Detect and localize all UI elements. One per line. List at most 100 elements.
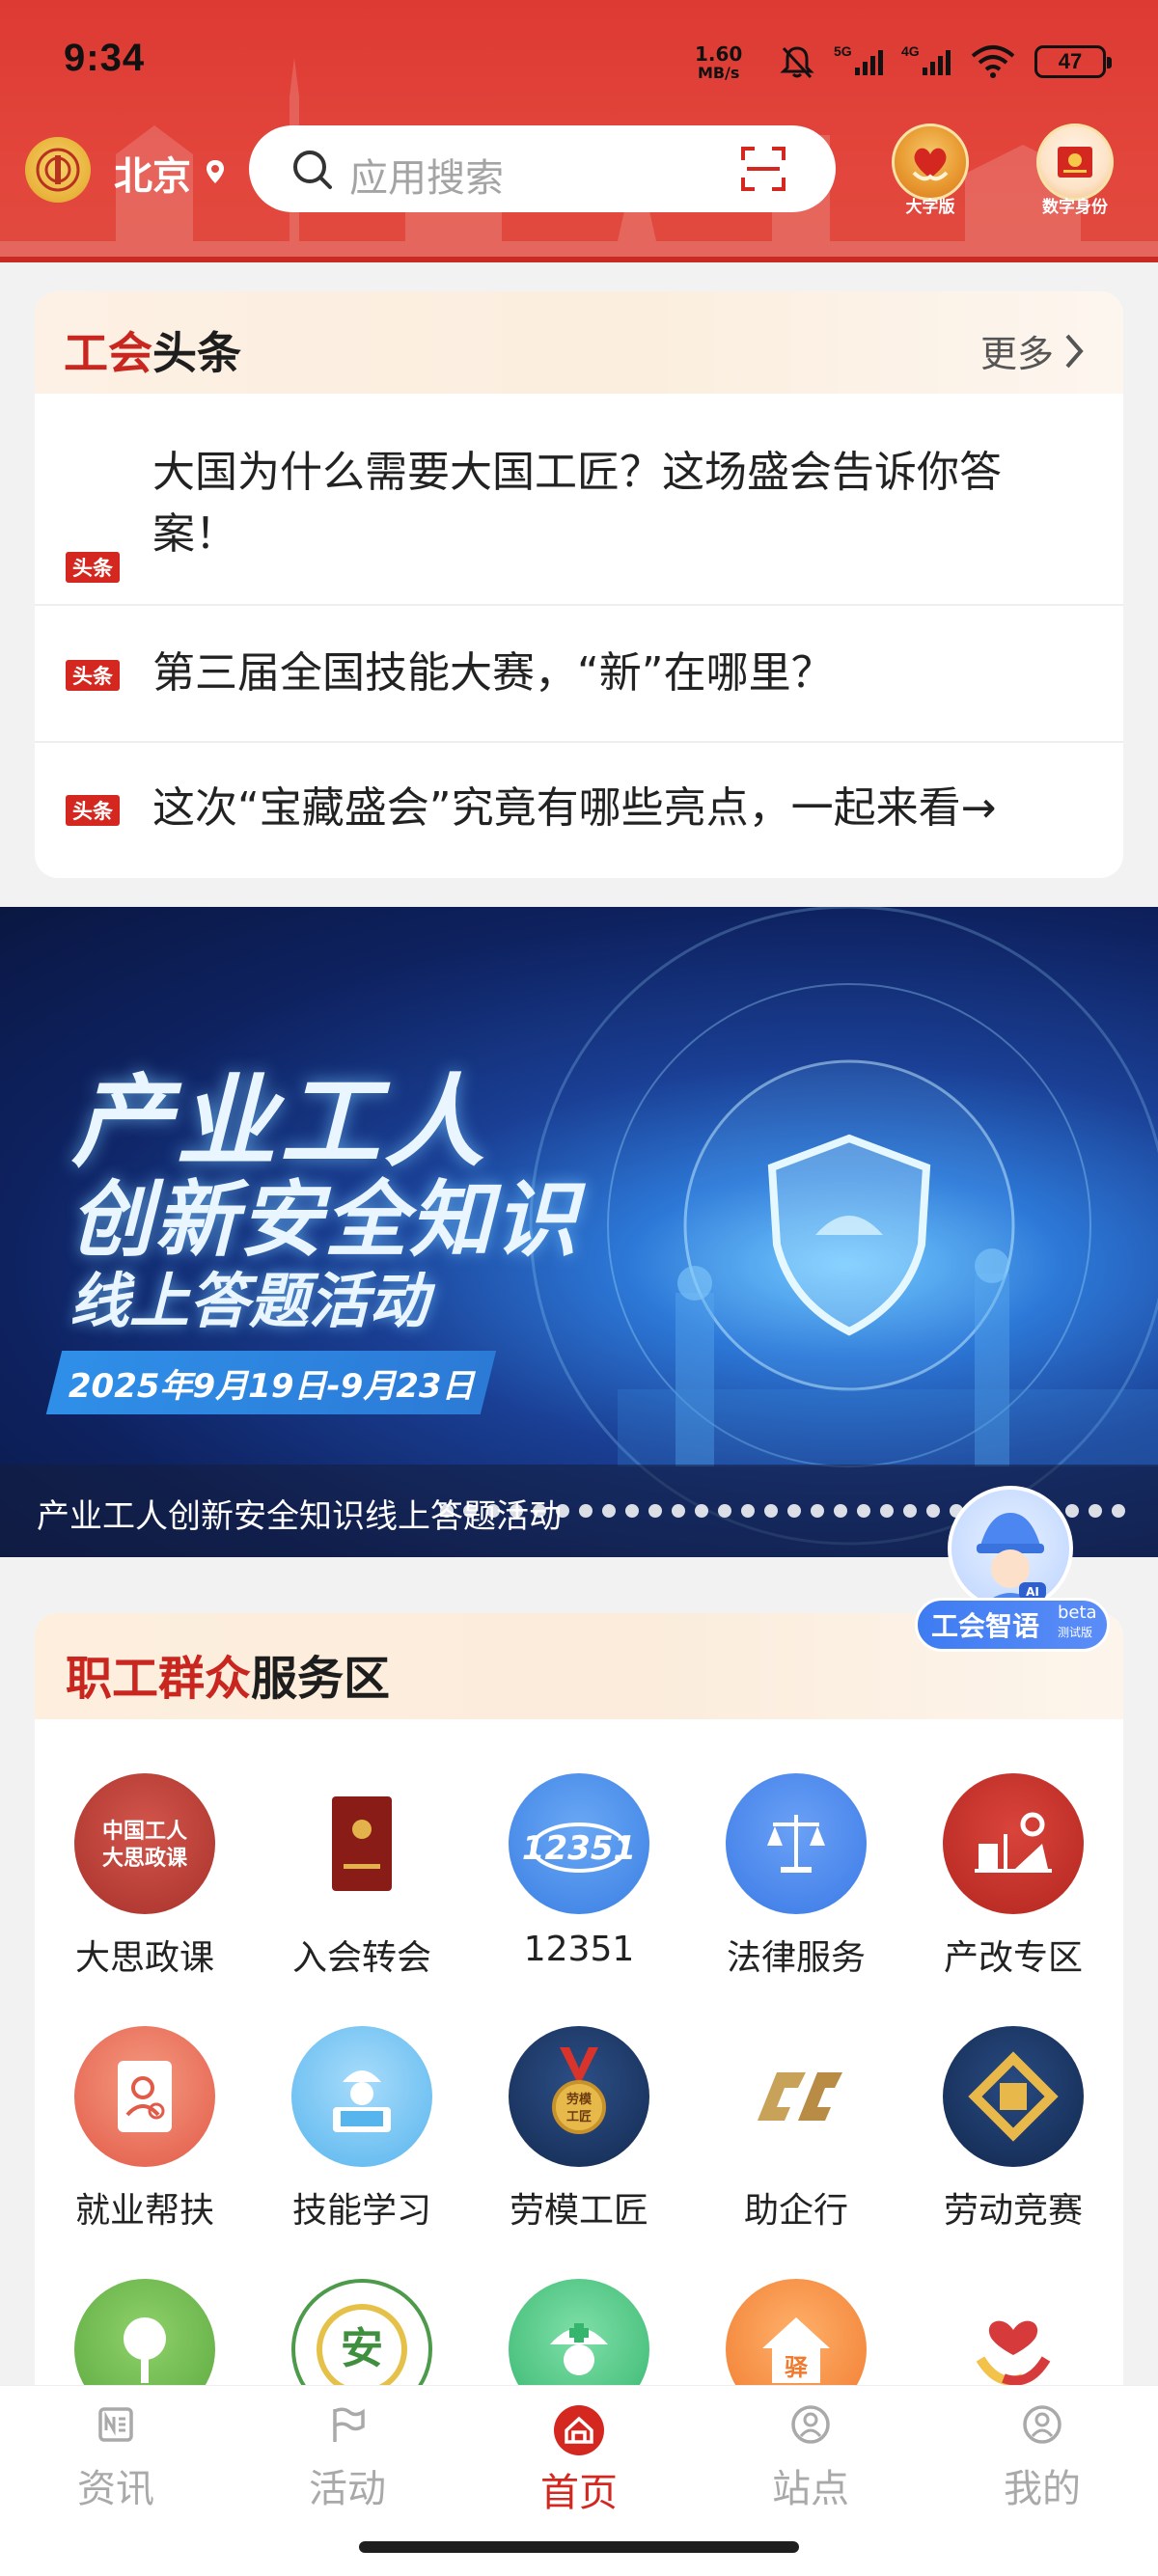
union-logo[interactable] (25, 137, 91, 203)
headline-title-dark: 头条 (152, 327, 241, 379)
pagination-dot[interactable] (764, 1504, 778, 1518)
svg-text:AI: AI (1026, 1585, 1039, 1599)
service-item-ideology-course[interactable]: 中国工人 大思政课 大思政课 (48, 1773, 241, 1980)
nav-tab-news[interactable]: 资讯 (48, 2403, 183, 2513)
large-font-mode-button[interactable]: 大字版 (882, 123, 979, 222)
network-speed-value: 1.60 (695, 42, 743, 66)
pagination-dot[interactable] (486, 1504, 500, 1518)
pagination-dot[interactable] (510, 1504, 523, 1518)
nav-tab-station[interactable]: 站点 (743, 2403, 878, 2513)
nav-tab-home[interactable]: 首页 (511, 2403, 647, 2517)
home-indicator-bar[interactable] (359, 2541, 799, 2553)
service-title: 职工群众服务区 (66, 1640, 390, 1708)
service-item-label: 劳动竞赛 (943, 2191, 1083, 2231)
pagination-dot[interactable] (880, 1504, 894, 1518)
pagination-dot[interactable] (811, 1504, 824, 1518)
digital-identity-label: 数字身份 (1042, 198, 1108, 217)
pagination-dot[interactable] (672, 1504, 685, 1518)
promo-banner[interactable]: 产业工人 创新安全知识 线上答题活动 2025年9月19日-9月23日 产业工人… (0, 907, 1158, 1557)
labor-competition-icon (943, 2026, 1084, 2167)
flag-icon (333, 2407, 365, 2442)
heart-hands-icon (892, 123, 969, 201)
svg-text:中国工人: 中国工人 (102, 1820, 187, 1844)
svg-text:4G: 4G (901, 43, 920, 59)
station-icon (791, 2405, 830, 2444)
large-font-label: 大字版 (905, 198, 955, 217)
search-bar[interactable]: 应用搜索 (249, 125, 836, 212)
nav-tab-activity[interactable]: 活动 (280, 2403, 415, 2513)
headline-tag: 头条 (66, 552, 120, 583)
enterprise-logo-icon (726, 2026, 867, 2167)
nav-tab-profile[interactable]: 我的 (975, 2403, 1110, 2513)
search-icon (293, 151, 332, 189)
pagination-dot[interactable] (648, 1504, 662, 1518)
service-item-model-worker[interactable]: 劳模 工匠 劳模工匠 (482, 2026, 676, 2233)
svg-text:驿: 驿 (785, 2354, 809, 2381)
headline-news-title: 工会头条 (64, 318, 241, 382)
pagination-dot[interactable] (718, 1504, 731, 1518)
battery-indicator: 47 (1034, 45, 1112, 78)
service-item-label: 法律服务 (726, 1938, 866, 1978)
nav-label: 首页 (540, 2471, 618, 2515)
ai-beta-subtext: 测试版 (1058, 1626, 1093, 1639)
svg-text:工匠: 工匠 (566, 2110, 592, 2124)
service-item-enterprise-support[interactable]: 助企行 (700, 2026, 893, 2233)
pagination-dot[interactable] (625, 1504, 639, 1518)
news-item[interactable]: 头条 这次“宝藏盛会”究竟有哪些亮点，一起来看→ (35, 743, 1123, 878)
headline-tag: 头条 (66, 795, 120, 826)
profile-icon (1023, 2405, 1062, 2444)
ai-assistant-button[interactable]: AI 工会智语 beta 测试版 (915, 1486, 1110, 1658)
headline-news-header: 工会头条 更多 (35, 291, 1123, 394)
pagination-dot[interactable] (695, 1504, 708, 1518)
svg-text:5G: 5G (834, 43, 852, 59)
ai-robot-avatar-icon: AI (948, 1486, 1073, 1611)
pagination-dot[interactable] (602, 1504, 616, 1518)
service-title-red: 职工群众 (66, 1652, 252, 1706)
pagination-dot[interactable] (834, 1504, 847, 1518)
service-item-skill-learning[interactable]: 技能学习 (265, 2026, 458, 2233)
news-icon (98, 2407, 133, 2442)
service-item-hotline-12351[interactable]: 12351 12351 (482, 1773, 676, 1969)
pagination-dot[interactable] (857, 1504, 870, 1518)
pagination-dot[interactable] (463, 1504, 477, 1518)
headline-news-card: 工会头条 更多 头条 大国为什么需要大国工匠？这场盛会告诉你答案！ 头条 第三届… (35, 291, 1123, 878)
network-speed-unit: MB/s (697, 64, 740, 82)
pagination-dot[interactable] (741, 1504, 755, 1518)
pagination-dot[interactable] (533, 1504, 546, 1518)
news-item-text: 这次“宝藏盛会”究竟有哪些亮点，一起来看→ (152, 783, 997, 833)
city-selector[interactable]: 北京 (114, 145, 191, 201)
digital-identity-button[interactable]: 数字身份 (1027, 123, 1123, 222)
pagination-dot[interactable] (1112, 1504, 1125, 1518)
service-item-employment[interactable]: 就业帮扶 (48, 2026, 241, 2233)
pagination-dot[interactable] (579, 1504, 593, 1518)
service-item-membership-transfer[interactable]: 入会转会 (265, 1773, 458, 1980)
id-card-icon (1036, 123, 1114, 201)
svg-text:12351: 12351 (522, 1829, 636, 1868)
ai-beta-badge: beta 测试版 (1058, 1603, 1097, 1642)
pagination-dot[interactable] (440, 1504, 454, 1518)
service-item-labor-competition[interactable]: 劳动竞赛 (917, 2026, 1110, 2233)
service-item-label: 产改专区 (943, 1938, 1083, 1978)
location-pin-icon[interactable] (205, 158, 226, 185)
service-item-label: 助企行 (743, 2191, 848, 2231)
headline-tag: 头条 (66, 660, 120, 691)
more-news-button[interactable]: 更多 (980, 324, 1085, 377)
ideology-course-icon: 中国工人 大思政课 (74, 1773, 215, 1914)
scan-icon[interactable] (739, 145, 787, 193)
status-time: 9:34 (64, 37, 146, 79)
search-input[interactable]: 应用搜索 (349, 147, 504, 203)
banner-headline-3: 线上答题活动 (69, 1266, 429, 1336)
ai-beta-text: beta (1058, 1603, 1097, 1623)
pagination-dot[interactable] (556, 1504, 569, 1518)
ai-assistant-name: 工会智语 (931, 1610, 1040, 1642)
status-icons: 5G 4G 47 (778, 41, 1112, 83)
news-item[interactable]: 头条 大国为什么需要大国工匠？这场盛会告诉你答案！ (35, 394, 1123, 606)
service-item-legal-service[interactable]: 法律服务 (700, 1773, 893, 1980)
wifi-icon (971, 45, 1015, 78)
headline-title-red: 工会 (64, 327, 152, 379)
service-item-reform-zone[interactable]: 产改专区 (917, 1773, 1110, 1980)
nav-label: 站点 (772, 2467, 849, 2511)
skill-learning-icon (291, 2026, 432, 2167)
news-item[interactable]: 头条 第三届全国技能大赛，“新”在哪里？ (35, 606, 1123, 743)
pagination-dot[interactable] (787, 1504, 801, 1518)
